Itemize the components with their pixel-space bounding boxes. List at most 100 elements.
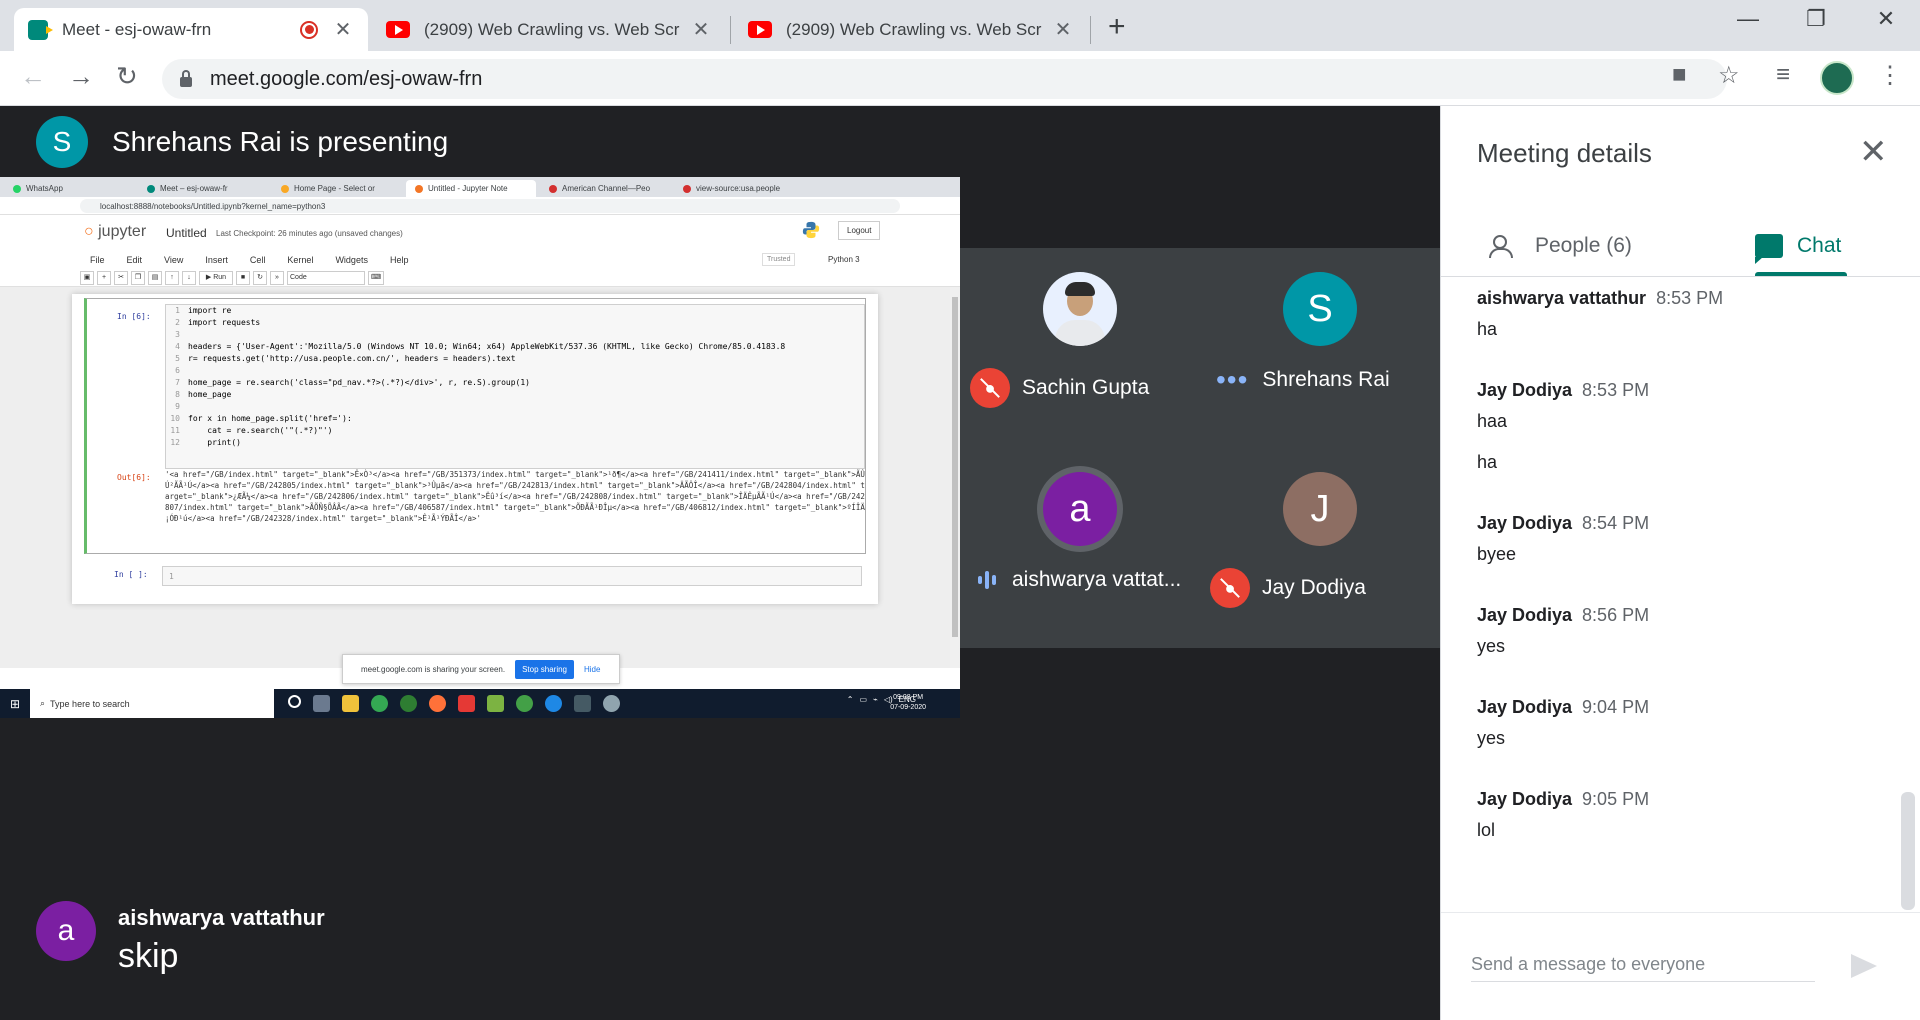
code-text: home_page = re.search('class="pd_nav.*?>… bbox=[188, 378, 530, 387]
browser-tab-youtube-2[interactable]: (2909) Web Crawling vs. Web Scr ✕ bbox=[734, 8, 1088, 51]
code-text: r= requests.get('http://usa.people.com.c… bbox=[188, 354, 516, 363]
send-icon[interactable] bbox=[1851, 954, 1877, 978]
close-window-button[interactable]: ✕ bbox=[1856, 6, 1916, 32]
participant-tile-aishwarya[interactable]: a aishwarya vattat... bbox=[960, 448, 1200, 648]
more-options-icon[interactable]: ••• bbox=[1216, 366, 1248, 394]
code-text: import re bbox=[188, 306, 232, 315]
reload-icon[interactable]: ↻ bbox=[116, 61, 138, 92]
browser-tab-strip: Meet - esj-owaw-frn ✕ (2909) Web Crawlin… bbox=[0, 0, 1920, 51]
windows-taskbar: ⊞ ⌕ Type here to search ⌃ ▭ ⌁ ◁) ENG 09:08 P… bbox=[0, 689, 960, 718]
new-tab-button[interactable]: + bbox=[1108, 10, 1126, 44]
recording-icon bbox=[300, 20, 318, 39]
stop-icon: ■ bbox=[236, 271, 250, 285]
chat-message: Jay Dodiya 9:04 PM yes bbox=[1477, 697, 1877, 749]
app-icon bbox=[400, 695, 417, 712]
back-icon[interactable]: ← bbox=[20, 61, 46, 92]
code-line: 10 for x in home_page.split('href='): bbox=[166, 413, 864, 425]
line-number: 6 bbox=[175, 366, 180, 375]
line-number: 4 bbox=[175, 342, 180, 351]
close-tab-icon[interactable]: ✕ bbox=[332, 17, 354, 42]
menu-item-cell: Cell bbox=[249, 255, 266, 265]
terminal-icon bbox=[574, 695, 591, 712]
line-number: 5 bbox=[175, 354, 180, 363]
camera-icon[interactable]: ■ bbox=[1672, 61, 1687, 89]
tab-people[interactable]: People (6) bbox=[1489, 222, 1632, 270]
notebook-title: Untitled bbox=[166, 226, 207, 240]
youtube-icon bbox=[748, 21, 772, 38]
prompt-empty: In [ ]: bbox=[114, 570, 148, 579]
notebook-body: In [6]: 1 import re 2 import requests 3 4 head… bbox=[0, 287, 950, 668]
shared-scrollbar bbox=[950, 287, 960, 668]
mic-off-icon: ● bbox=[1210, 568, 1250, 608]
prompt-in: In [6]: bbox=[117, 312, 151, 321]
browser-tab-youtube-1[interactable]: (2909) Web Crawling vs. Web Scr ✕ bbox=[372, 8, 726, 51]
profile-avatar[interactable] bbox=[1820, 61, 1854, 95]
message-sender: Jay Dodiya bbox=[1477, 789, 1573, 809]
shared-tab: Home Page - Select or bbox=[272, 180, 402, 197]
python-icon bbox=[603, 695, 620, 712]
participant-tile-shrehans-rai[interactable]: S ••• Shrehans Rai bbox=[1200, 248, 1440, 448]
participant-tile-jay-dodiya[interactable]: J ● Jay Dodiya bbox=[1200, 448, 1440, 648]
screen-share-bar: meet.google.com is sharing your screen. … bbox=[342, 654, 620, 684]
url-text: meet.google.com/esj-owaw-frn bbox=[210, 67, 483, 90]
run-button: ▶ Run bbox=[199, 271, 233, 285]
address-bar[interactable]: meet.google.com/esj-owaw-frn bbox=[162, 59, 1727, 99]
people-icon bbox=[1489, 235, 1519, 258]
caption-avatar: a bbox=[36, 901, 96, 961]
edge-icon bbox=[545, 695, 562, 712]
message-text: byee bbox=[1477, 544, 1517, 564]
lock-icon bbox=[180, 70, 192, 87]
shared-tab: view-source:usa.people bbox=[674, 180, 804, 197]
code-text: print() bbox=[188, 438, 241, 447]
tab-title: (2909) Web Crawling vs. Web Scr bbox=[424, 19, 680, 39]
participant-name: Sachin Gupta bbox=[1022, 376, 1150, 399]
close-tab-icon[interactable]: ✕ bbox=[690, 17, 712, 42]
code-line: 2 import requests bbox=[166, 317, 864, 329]
meet-icon bbox=[28, 19, 53, 40]
media-control-icon[interactable]: ≡ bbox=[1776, 61, 1790, 89]
close-panel-icon[interactable]: ✕ bbox=[1859, 132, 1888, 172]
empty-cell-editor: 1 bbox=[162, 566, 862, 586]
forward-icon[interactable]: → bbox=[68, 61, 94, 92]
menu-dots-icon[interactable]: ⋮ bbox=[1878, 61, 1902, 90]
tab-divider bbox=[1090, 16, 1091, 44]
restore-button[interactable]: ❐ bbox=[1786, 6, 1846, 32]
chat-message-input[interactable]: Send a message to everyone bbox=[1471, 954, 1815, 982]
shared-tab: WhatsApp bbox=[4, 180, 134, 197]
stop-sharing-button: Stop sharing bbox=[515, 659, 574, 679]
participant-photo bbox=[1043, 272, 1117, 346]
message-text: ha bbox=[1477, 319, 1498, 339]
bookmark-star-icon[interactable]: ☆ bbox=[1718, 61, 1740, 90]
code-line: 6 bbox=[166, 365, 864, 377]
media-icon bbox=[458, 695, 475, 712]
code-line: 4 headers = {'User-Agent':'Mozilla/5.0 (W… bbox=[166, 341, 864, 353]
chat-message: Jay Dodiya 8:56 PM yes bbox=[1477, 605, 1877, 657]
chat-scrollbar[interactable] bbox=[1901, 792, 1915, 910]
empty-cell: In [ ]: 1 bbox=[84, 564, 866, 588]
chrome-icon bbox=[371, 695, 388, 712]
browser-tab-meet[interactable]: Meet - esj-owaw-frn ✕ bbox=[14, 8, 368, 51]
code-line: 1 import re bbox=[166, 305, 864, 317]
message-time: 9:04 PM bbox=[1582, 697, 1650, 717]
kernel-indicator: Python 3 bbox=[828, 255, 860, 264]
divider bbox=[1441, 912, 1920, 913]
divider bbox=[1441, 276, 1920, 277]
move-down-icon: ↓ bbox=[182, 271, 196, 285]
tab-title: Meet - esj-owaw-frn bbox=[62, 19, 212, 39]
minimize-button[interactable]: — bbox=[1718, 6, 1778, 32]
notes-icon bbox=[487, 695, 504, 712]
participant-name: Shrehans Rai bbox=[1262, 368, 1390, 391]
shared-tab: Untitled - Jupyter Note bbox=[406, 180, 536, 197]
tab-chat[interactable]: Chat bbox=[1755, 222, 1841, 270]
restart-icon: ↻ bbox=[253, 271, 267, 285]
message-sender: Jay Dodiya bbox=[1477, 380, 1573, 400]
participant-name: Jay Dodiya bbox=[1262, 576, 1366, 599]
shared-tab: Meet – esj-owaw-fr bbox=[138, 180, 268, 197]
message-text: haa bbox=[1477, 411, 1508, 431]
code-text: headers = {'User-Agent':'Mozilla/5.0 (Wi… bbox=[188, 342, 786, 351]
menu-item-kernel: Kernel bbox=[287, 255, 314, 265]
taskbar-clock: 09:08 PM 07-09-2020 bbox=[890, 694, 926, 711]
jupyter-logo: ○ jupyter bbox=[84, 223, 147, 240]
close-tab-icon[interactable]: ✕ bbox=[1052, 17, 1074, 42]
participant-tile-sachin-gupta[interactable]: ● Sachin Gupta bbox=[960, 248, 1200, 448]
